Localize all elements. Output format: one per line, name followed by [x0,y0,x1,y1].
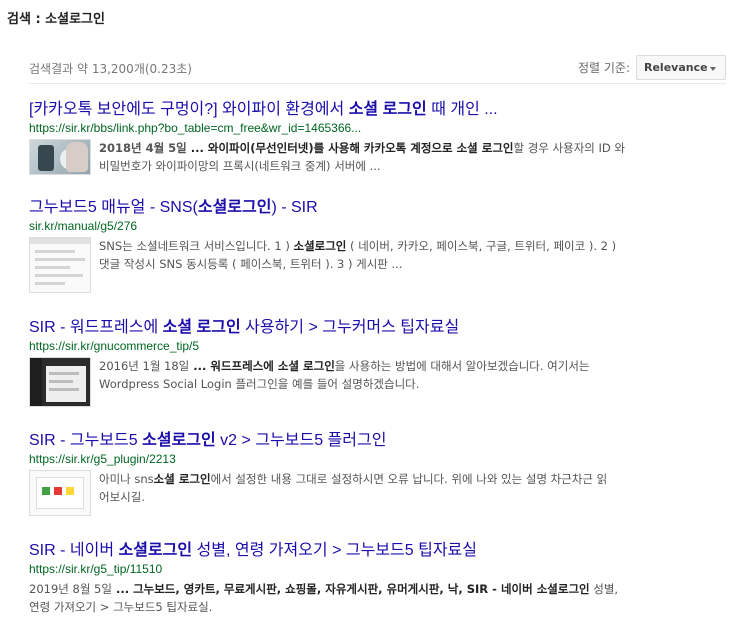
search-result: [카카오톡 보안에도 구멍이?] 와이파이 환경에서 소셜 로그인 때 개인 .… [29,100,729,175]
result-snippet: 2018년 4월 5일 ... 와이파이(무선인터넷)를 사용해 카카오톡 계정… [99,141,626,173]
result-url: sir.kr/manual/g5/276 [29,219,138,233]
search-result: 그누보드5 매뉴얼 - SNS(소셜로그인) - SIR sir.kr/manu… [29,198,729,293]
result-thumbnail[interactable] [29,357,91,407]
result-thumbnail[interactable] [29,237,91,293]
result-title-link[interactable]: SIR - 워드프레스에 소셜 로그인 사용하기 > 그누커머스 팁자료실 [29,318,729,338]
results-toolbar: 검색결과 약 13,200개(0.23초) 정렬 기준: Relevance [29,55,726,84]
result-url: https://sir.kr/bbs/link.php?bo_table=cm_… [29,121,362,135]
result-snippet: 2019년 8월 5일 ... 그누보드, 영카트, 무료게시판, 쇼핑몰, 자… [29,582,619,614]
sort-label: 정렬 기준: [577,61,630,75]
result-thumbnail[interactable] [29,139,91,175]
result-snippet: 아미나 sns소셜 로그인에서 설정한 내용 그대로 설정하시면 오류 납니다.… [99,472,608,504]
result-snippet: SNS는 소셜네트워크 서비스입니다. 1 ) 소셜로그인 ( 네이버, 카카오… [99,239,617,271]
sort-select[interactable]: Relevance [636,55,726,80]
search-result: SIR - 워드프레스에 소셜 로그인 사용하기 > 그누커머스 팁자료실 ht… [29,318,729,407]
sort-selected-value: Relevance [644,61,708,74]
result-url: https://sir.kr/g5_tip/11510 [29,562,163,576]
result-title-link[interactable]: 그누보드5 매뉴얼 - SNS(소셜로그인) - SIR [29,198,729,218]
result-stats: 검색결과 약 13,200개(0.23초) [29,62,192,76]
result-snippet: 2016년 1월 18일 ... 워드프레스에 소셜 로그인을 사용하는 방법에… [99,359,590,391]
chevron-down-icon [710,67,716,71]
search-result: SIR - 네이버 소셜로그인 성별, 연령 가져오기 > 그누보드5 팁자료실… [29,541,729,616]
result-title-link[interactable]: SIR - 네이버 소셜로그인 성별, 연령 가져오기 > 그누보드5 팁자료실 [29,541,729,561]
result-url: https://sir.kr/gnucommerce_tip/5 [29,339,200,353]
result-title-link[interactable]: [카카오톡 보안에도 구멍이?] 와이파이 환경에서 소셜 로그인 때 개인 .… [29,100,729,120]
result-url: https://sir.kr/g5_plugin/2213 [29,452,176,466]
search-result: SIR - 그누보드5 소셜로그인 v2 > 그누보드5 플러그인 https:… [29,431,729,516]
sort-control: 정렬 기준: Relevance [578,55,726,80]
page-title: 검색 : 소셜로그인 [7,12,105,27]
result-title-link[interactable]: SIR - 그누보드5 소셜로그인 v2 > 그누보드5 플러그인 [29,431,729,451]
result-thumbnail[interactable] [29,470,91,516]
